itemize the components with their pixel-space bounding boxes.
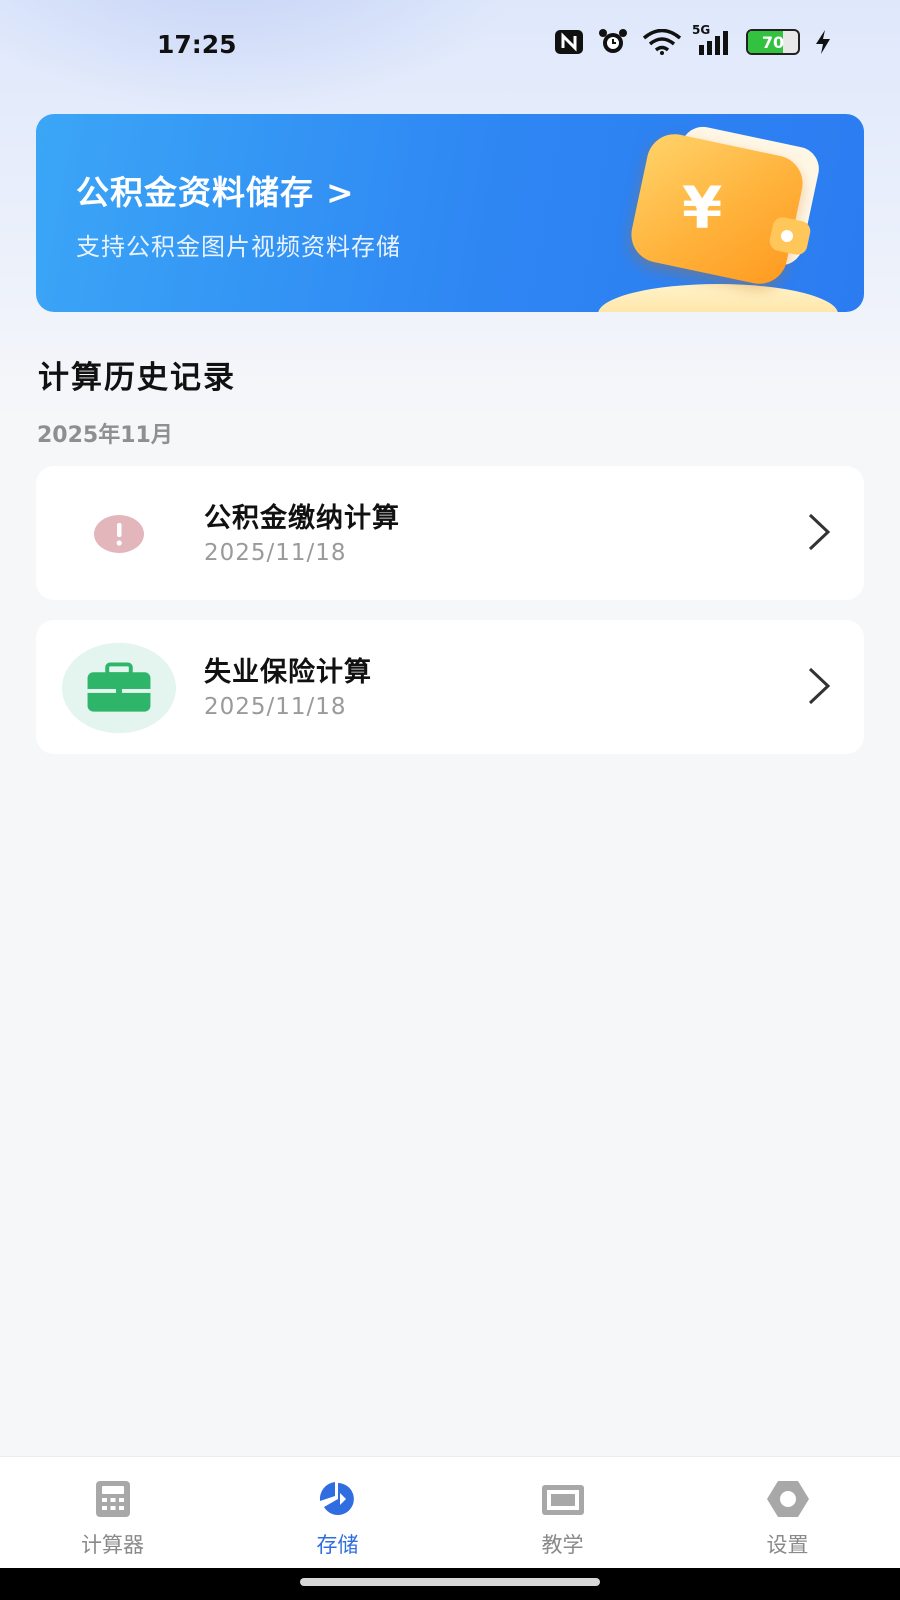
battery-level: 70 [761, 32, 785, 52]
battery-icon: 70 [746, 29, 800, 55]
storage-icon [316, 1479, 360, 1523]
banner-title-text: 公积金资料储存 [76, 173, 314, 212]
settings-icon [766, 1479, 810, 1523]
charging-icon [814, 29, 832, 55]
nav-item-teaching[interactable]: 教学 [450, 1457, 675, 1569]
section-title: 计算历史记录 [38, 360, 236, 396]
status-icons: 5G 70 [554, 23, 832, 56]
banner-subtitle: 支持公积金图片视频资料存储 [76, 233, 401, 261]
calculator-icon [93, 1479, 133, 1523]
alert-icon [62, 488, 176, 580]
month-label: 2025年11月 [37, 423, 173, 448]
chevron-right-icon: > [326, 173, 355, 212]
wifi-icon [642, 29, 682, 55]
alarm-icon [598, 28, 628, 56]
chevron-right-icon [806, 512, 832, 556]
history-item-housing-fund[interactable]: 公积金缴纳计算 2025/11/18 [36, 466, 864, 600]
bottom-nav: 计算器 存储 教学 设置 [0, 1456, 900, 1569]
history-item-date: 2025/11/18 [204, 694, 347, 720]
nav-item-storage[interactable]: 存储 [225, 1457, 450, 1569]
briefcase-icon [62, 642, 176, 734]
history-item-title: 公积金缴纳计算 [204, 503, 400, 534]
status-bar: 17:25 5G 70 [0, 0, 900, 92]
home-indicator[interactable] [300, 1578, 600, 1586]
history-item-unemployment[interactable]: 失业保险计算 2025/11/18 [36, 620, 864, 754]
teaching-icon [540, 1479, 586, 1523]
status-time: 17:25 [157, 30, 237, 59]
history-item-date: 2025/11/18 [204, 540, 347, 566]
nav-label: 存储 [316, 1533, 359, 1557]
nav-label: 计算器 [81, 1533, 144, 1557]
banner-title: 公积金资料储存 > [76, 166, 355, 214]
nav-item-calculator[interactable]: 计算器 [0, 1457, 225, 1569]
nav-label: 设置 [766, 1533, 809, 1557]
signal-icon: 5G [692, 23, 732, 55]
chevron-right-icon [806, 666, 832, 710]
storage-banner[interactable]: 公积金资料储存 > 支持公积金图片视频资料存储 ¥ [36, 114, 864, 312]
network-type: 5G [692, 23, 711, 37]
history-item-title: 失业保险计算 [204, 657, 372, 688]
nav-label: 教学 [541, 1533, 584, 1557]
nfc-icon [554, 29, 584, 55]
nav-item-settings[interactable]: 设置 [675, 1457, 900, 1569]
